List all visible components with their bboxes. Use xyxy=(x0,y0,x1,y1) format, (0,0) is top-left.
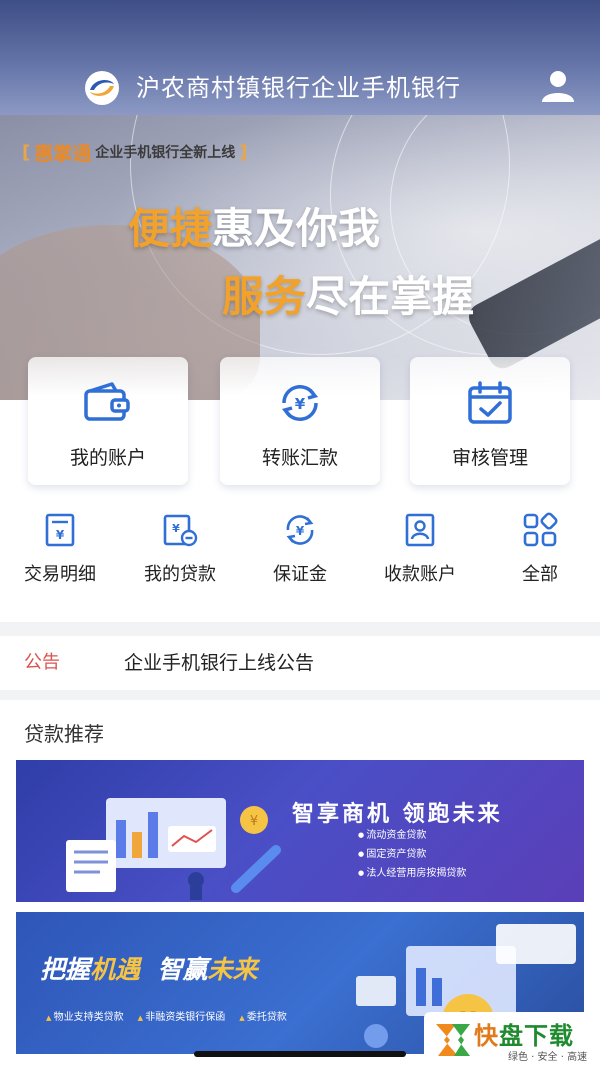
slogan2-rest: 尽在掌握 xyxy=(306,272,475,321)
watermark-title: 快盘下载 xyxy=(474,1016,574,1051)
banner-tagline: [ 惠掌通 企业手机银行全新上线 ] xyxy=(18,139,251,165)
yen-transfer-icon: ¥ xyxy=(281,385,319,421)
svg-text:¥: ¥ xyxy=(56,528,65,542)
home-indicator[interactable] xyxy=(194,1051,406,1057)
slogan2-highlight: 服务 xyxy=(222,272,307,321)
promo2-headline-part2: 机遇 xyxy=(90,955,141,984)
slogan1-rest: 惠及你我 xyxy=(212,204,381,253)
payee-account-icon xyxy=(405,513,435,547)
promo2-headline-part3: 智赢 xyxy=(157,955,208,984)
promo2-item: 委托贷款 xyxy=(239,1008,287,1023)
payee-account-button[interactable]: 收款账户 xyxy=(364,508,476,588)
promo2-headline-part1: 把握 xyxy=(40,955,91,984)
bracket-left: [ xyxy=(22,141,31,163)
svg-text:¥: ¥ xyxy=(172,522,180,535)
my-account-label: 我的账户 xyxy=(69,447,146,469)
svg-text:¥: ¥ xyxy=(250,814,258,829)
payee-account-label: 收款账户 xyxy=(384,564,456,585)
approval-button[interactable]: 审核管理 xyxy=(410,357,570,485)
svg-text:¥: ¥ xyxy=(295,395,306,413)
loan-promo-banner-1[interactable]: ¥ 智享商机 领跑未来 流动资金贷款 固定资产贷款 法人经营用房按揭贷款 xyxy=(16,760,584,902)
bracket-right: ] xyxy=(239,141,248,163)
svg-text:¥: ¥ xyxy=(296,524,305,538)
all-functions-button[interactable]: 全部 xyxy=(484,508,596,588)
my-loan-button[interactable]: ¥ 我的贷款 xyxy=(124,508,236,588)
promo1-headline: 智享商机 领跑未来 xyxy=(292,802,503,827)
download-site-watermark: 快盘下载 绿色 · 安全 · 高速 xyxy=(424,1012,600,1067)
banner-brand: 惠掌通 xyxy=(34,142,92,165)
promo2-item: 非融资类银行保函 xyxy=(138,1008,225,1023)
all-functions-label: 全部 xyxy=(522,564,558,585)
business-illustration: ¥ xyxy=(66,798,281,900)
transaction-detail-label: 交易明细 xyxy=(24,564,96,585)
deposit-icon: ¥ xyxy=(286,515,314,545)
deposit-label: 保证金 xyxy=(273,564,327,585)
loan-icon: ¥ xyxy=(163,514,198,547)
promo2-headline-part4: 未来 xyxy=(207,955,258,984)
calendar-check-icon xyxy=(468,381,512,424)
wallet-icon xyxy=(84,382,130,421)
my-loan-label: 我的贷款 xyxy=(144,564,216,585)
watermark-title-char: 快 xyxy=(474,1022,499,1050)
transaction-detail-button[interactable]: ¥ 交易明细 xyxy=(4,508,116,588)
banner-slogan-line1: 便捷惠及你我 xyxy=(128,195,380,256)
promo1-item: 流动资金贷款 xyxy=(358,826,466,845)
promo1-items: 流动资金贷款 固定资产贷款 法人经营用房按揭贷款 xyxy=(358,826,466,883)
slogan1-highlight: 便捷 xyxy=(128,204,213,253)
approval-label: 审核管理 xyxy=(451,447,528,469)
transfer-button[interactable]: ¥ 转账汇款 xyxy=(220,357,380,485)
notice-tag: 公告 xyxy=(24,652,60,673)
my-account-button[interactable]: 我的账户 xyxy=(28,357,188,485)
all-apps-icon xyxy=(523,512,558,547)
bank-logo xyxy=(85,71,119,105)
transfer-label: 转账汇款 xyxy=(261,447,338,469)
receipt-icon: ¥ xyxy=(45,513,75,547)
kuaipan-logo xyxy=(436,1024,470,1056)
watermark-subtitle: 绿色 · 安全 · 高速 xyxy=(508,1052,588,1063)
watermark-title-rest: 盘下载 xyxy=(499,1022,574,1050)
banner-tagline-text: 企业手机银行全新上线 xyxy=(95,145,236,161)
section-title: 贷款推荐 xyxy=(24,722,104,746)
user-icon[interactable] xyxy=(538,66,578,106)
app-title: 沪农商村镇银行企业手机银行 xyxy=(136,74,461,102)
banner-slogan-line2: 服务尽在掌握 xyxy=(222,263,474,324)
notice-bar[interactable]: 公告 企业手机银行上线公告 xyxy=(0,636,600,690)
promo1-item: 固定资产贷款 xyxy=(358,845,466,864)
promo2-items: 物业支持类贷款 非融资类银行保函 委托贷款 xyxy=(46,1008,287,1023)
promo2-item: 物业支持类贷款 xyxy=(46,1008,124,1023)
deposit-button[interactable]: ¥ 保证金 xyxy=(244,508,356,588)
promo1-item: 法人经营用房按揭贷款 xyxy=(358,864,466,883)
promo2-headline: 把握机遇 智赢未来 xyxy=(40,950,257,986)
notice-text[interactable]: 企业手机银行上线公告 xyxy=(124,636,314,690)
app-header: 沪农商村镇银行企业手机银行 xyxy=(0,0,600,115)
